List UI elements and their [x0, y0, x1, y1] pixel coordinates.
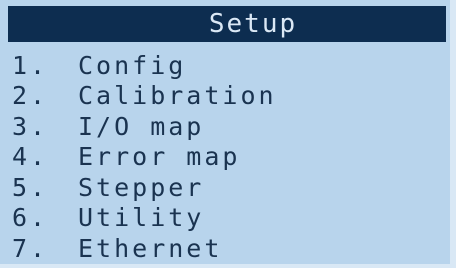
- menu-item-number: 7.: [12, 233, 49, 263]
- menu-item-label: Ethernet: [78, 233, 223, 263]
- menu-item-label: Utility: [78, 203, 205, 233]
- menu-item-label: Stepper: [78, 172, 205, 202]
- menu-item-calibration[interactable]: 2. Calibration: [12, 81, 277, 112]
- menu-item-stepper[interactable]: 5. Stepper: [12, 172, 277, 203]
- menu-item-label: Config: [78, 50, 187, 80]
- page-title: Setup: [208, 9, 298, 39]
- menu-item-number: 5.: [12, 172, 49, 202]
- menu-item-label: Error map: [78, 142, 241, 172]
- menu-item-utility[interactable]: 6. Utility: [12, 203, 277, 234]
- setup-menu: 1. Config 2. Calibration 3. I/O map 4. E…: [12, 50, 277, 264]
- lcd-screen: Setup 1. Config 2. Calibration 3. I/O ma…: [0, 0, 456, 268]
- menu-item-number: 6.: [12, 203, 49, 233]
- menu-item-io-map[interactable]: 3. I/O map: [12, 111, 277, 142]
- menu-item-number: 3.: [12, 111, 49, 141]
- menu-item-number: 2.: [12, 81, 49, 111]
- menu-item-config[interactable]: 1. Config: [12, 50, 277, 81]
- menu-item-label: Calibration: [78, 81, 277, 111]
- title-bar: Setup: [8, 6, 446, 42]
- menu-item-number: 4.: [12, 142, 49, 172]
- menu-item-number: 1.: [12, 50, 49, 80]
- menu-item-error-map[interactable]: 4. Error map: [12, 142, 277, 173]
- menu-item-ethernet[interactable]: 7. Ethernet: [12, 233, 277, 264]
- menu-item-label: I/O map: [78, 111, 205, 141]
